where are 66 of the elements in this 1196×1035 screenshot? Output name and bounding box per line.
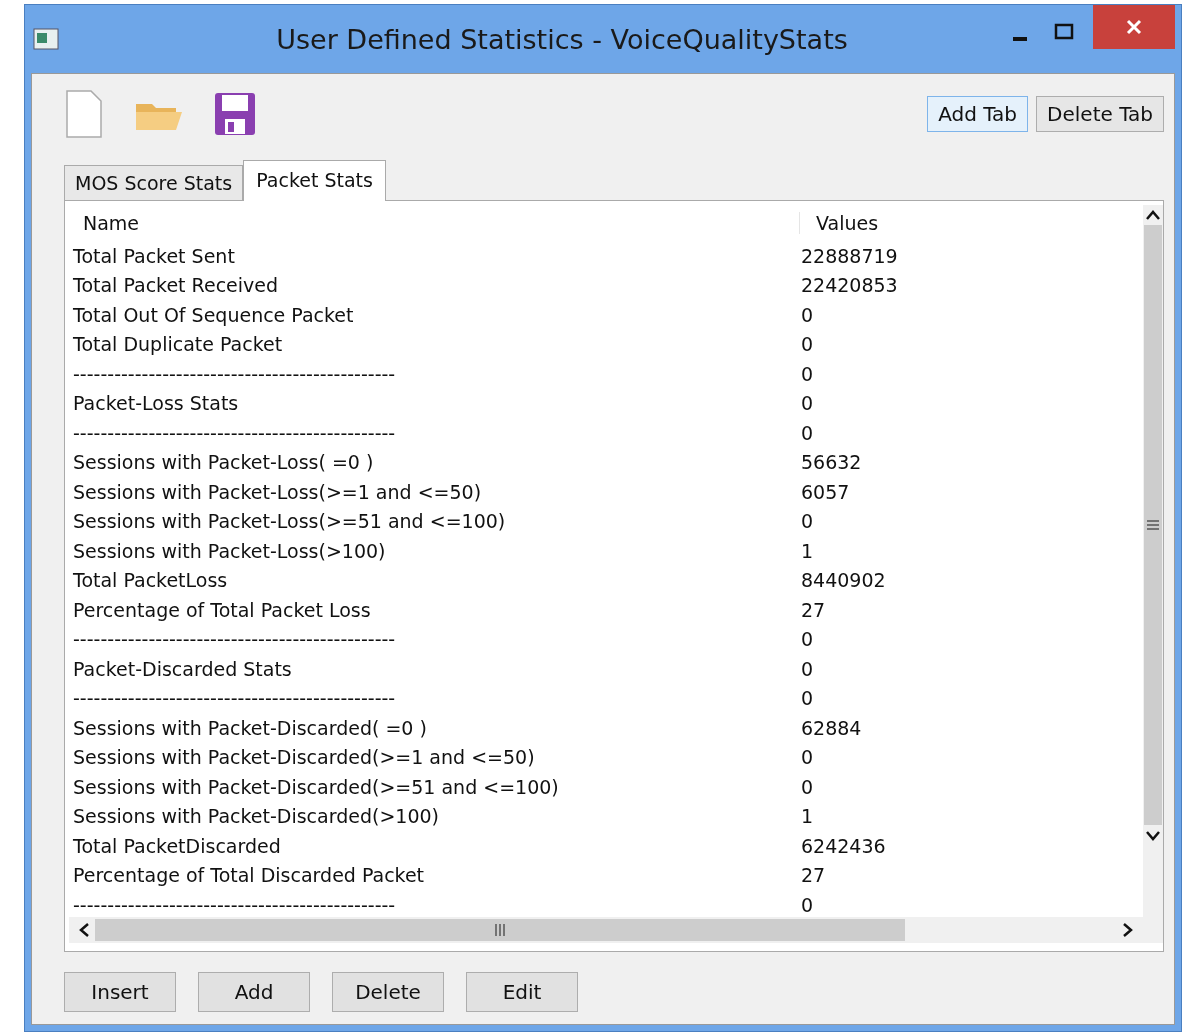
table-cell: 0	[801, 303, 814, 326]
vertical-scrollbar[interactable]	[1143, 205, 1163, 917]
table-cell: 8440902	[801, 569, 886, 592]
table-cell: Total Packet Sent	[73, 244, 235, 267]
table-cell: 56632	[801, 451, 862, 474]
toolbar-button[interactable]: Delete Tab	[1036, 96, 1164, 132]
table-cell: Sessions with Packet-Discarded(>=51 and <=100)	[73, 775, 559, 798]
table-cell: Total PacketLoss	[73, 569, 228, 592]
table-cell: 22888719	[801, 244, 898, 267]
action-button[interactable]: Edit	[466, 972, 578, 1012]
table-cell: 0	[801, 362, 814, 385]
close-icon	[1126, 19, 1142, 35]
table-cell: 22420853	[801, 274, 898, 297]
action-button[interactable]: Delete	[332, 972, 444, 1012]
window-icon	[33, 28, 59, 50]
table-cell: 27	[801, 598, 826, 621]
action-button[interactable]: Add	[198, 972, 310, 1012]
table-cell: -----------------------------------------------	[73, 362, 396, 385]
table-cell: -----------------------------------------------	[73, 628, 396, 651]
window-title: User Defined Statistics - VoiceQualityStats	[275, 23, 849, 55]
table-cell: Packet-Discarded Stats	[73, 657, 292, 680]
table-cell: 0	[801, 893, 814, 916]
table-cell: 62884	[801, 716, 862, 739]
table-cell: Sessions with Packet-Discarded(>100)	[73, 805, 439, 828]
scroll-thumb[interactable]	[1144, 225, 1162, 825]
table-cell: Total Out Of Sequence Packet	[73, 303, 354, 326]
table-cell: Sessions with Packet-Discarded(>=1 and <=50)	[73, 746, 535, 769]
table-cell: Sessions with Packet-Loss(>100)	[73, 539, 386, 562]
tab[interactable]: MOS Score Stats	[64, 165, 244, 200]
table-cell: Percentage of Total Discarded Packet	[73, 864, 425, 887]
grip-icon	[494, 923, 506, 937]
table-cell: Sessions with Packet-Loss(>=1 and <=50)	[73, 480, 482, 503]
close-button[interactable]	[1093, 5, 1175, 49]
table-cell: -----------------------------------------------	[73, 687, 396, 710]
table-cell: Total PacketDiscarded	[73, 834, 281, 857]
table-cell: 6242436	[801, 834, 886, 857]
tab[interactable]: Packet Stats	[243, 160, 386, 201]
table-cell: -----------------------------------------------	[73, 893, 396, 916]
table-cell: 1	[801, 539, 814, 562]
table-cell: Percentage of Total Packet Loss	[73, 598, 371, 621]
table-cell: Total Packet Received	[73, 274, 279, 297]
save-icon[interactable]	[214, 92, 256, 136]
table-cell: Total Duplicate Packet	[73, 333, 283, 356]
table-cell: -----------------------------------------------	[73, 421, 396, 444]
table-cell: 0	[801, 746, 814, 769]
table-cell: Sessions with Packet-Loss( =0 )	[73, 451, 374, 474]
column-header[interactable]: Name	[69, 212, 799, 234]
table-cell: 27	[801, 864, 826, 887]
table-cell: 0	[801, 628, 814, 651]
table-cell: 0	[801, 687, 814, 710]
table-cell: 0	[801, 392, 814, 415]
table-cell: 1	[801, 805, 814, 828]
table-cell: 0	[801, 657, 814, 680]
table-cell: Sessions with Packet-Discarded( =0 )	[73, 716, 427, 739]
scroll-thumb[interactable]	[95, 919, 905, 941]
table-cell: 0	[801, 510, 814, 533]
table-cell: Packet-Loss Stats	[73, 392, 239, 415]
horizontal-scrollbar[interactable]	[69, 917, 1143, 943]
grip-icon	[1146, 519, 1160, 531]
action-button[interactable]: Insert	[64, 972, 176, 1012]
table-cell: 6057	[801, 480, 850, 503]
table-cell: 0	[801, 333, 814, 356]
table-cell: 0	[801, 775, 814, 798]
table-cell: 0	[801, 421, 814, 444]
table-cell: Sessions with Packet-Loss(>=51 and <=100)	[73, 510, 506, 533]
toolbar-button[interactable]: Add Tab	[927, 96, 1029, 132]
